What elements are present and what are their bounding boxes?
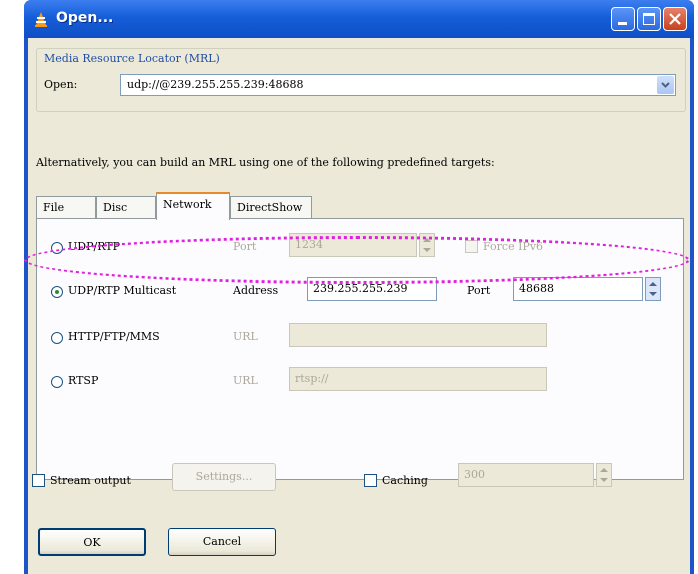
minimize-icon <box>618 22 627 25</box>
caching-spinner <box>596 463 612 487</box>
multicast-address-value: 239.255.255.239 <box>313 282 408 295</box>
rtsp-radio[interactable] <box>51 376 63 388</box>
open-mrl-combobox[interactable]: udp://@239.255.255.239:48688 <box>120 74 676 96</box>
tab-directshow[interactable]: DirectShow <box>230 196 312 218</box>
multicast-port-value: 48688 <box>519 282 554 295</box>
vlc-cone-icon <box>35 12 47 27</box>
tab-network[interactable]: Network <box>156 192 230 220</box>
open-mrl-value: udp://@239.255.255.239:48688 <box>127 78 304 91</box>
http-ftp-mms-label: HTTP/FTP/MMS <box>68 330 160 343</box>
rtsp-url-value: rtsp:// <box>295 372 329 385</box>
mrl-group-title: Media Resource Locator (MRL) <box>42 52 222 65</box>
tab-file[interactable]: File <box>36 196 96 218</box>
title-bar[interactable]: Open... <box>24 0 694 38</box>
rtsp-url-input: rtsp:// <box>289 367 547 391</box>
caching-label: Caching <box>382 474 428 487</box>
udp-multicast-radio[interactable] <box>51 286 63 298</box>
rtsp-url-label: URL <box>233 374 258 387</box>
multicast-address-input[interactable]: 239.255.255.239 <box>307 277 437 301</box>
multicast-address-label: Address <box>233 284 279 297</box>
force-ipv6-label: Force IPv6 <box>483 240 544 253</box>
maximize-button[interactable] <box>637 7 661 31</box>
window-title: Open... <box>56 10 114 26</box>
http-ftp-mms-radio[interactable] <box>51 332 63 344</box>
stream-settings-button: Settings... <box>172 463 276 491</box>
http-url-label: URL <box>233 330 258 343</box>
open-dialog: Open... Media Resource Locator (MRL) Ope… <box>24 0 694 574</box>
dialog-body: Media Resource Locator (MRL) Open: udp:/… <box>28 38 690 574</box>
udp-rtp-radio[interactable] <box>51 242 63 254</box>
rtsp-label: RTSP <box>68 374 99 387</box>
dropdown-button[interactable] <box>657 76 674 94</box>
minimize-button[interactable] <box>611 7 635 31</box>
udp-rtp-label: UDP/RTP <box>68 240 121 253</box>
cancel-button[interactable]: Cancel <box>168 528 276 556</box>
stream-output-label: Stream output <box>50 474 131 487</box>
udp-port-label: Port <box>233 240 257 253</box>
open-label: Open: <box>44 78 78 91</box>
udp-port-input: 1234 <box>289 233 417 257</box>
maximize-icon <box>643 13 655 25</box>
caching-input: 300 <box>458 463 594 487</box>
stream-output-checkbox[interactable] <box>32 474 45 487</box>
close-button[interactable] <box>663 7 687 31</box>
alternative-hint: Alternatively, you can build an MRL usin… <box>36 156 495 169</box>
close-icon <box>669 13 681 25</box>
chevron-down-icon <box>661 82 670 88</box>
udp-port-value: 1234 <box>295 238 323 251</box>
caching-value: 300 <box>464 468 485 481</box>
caching-checkbox[interactable] <box>364 474 377 487</box>
udp-multicast-label: UDP/RTP Multicast <box>68 284 177 297</box>
multicast-port-label: Port <box>467 284 491 297</box>
multicast-port-input[interactable]: 48688 <box>513 277 643 301</box>
multicast-port-spinner[interactable] <box>645 277 661 301</box>
udp-port-spinner <box>419 233 435 257</box>
network-panel: UDP/RTP Port 1234 Force IPv6 UDP/RTP Mul… <box>36 218 684 480</box>
tab-disc[interactable]: Disc <box>96 196 156 218</box>
force-ipv6-checkbox <box>465 240 478 253</box>
ok-button[interactable]: OK <box>38 528 146 556</box>
http-url-input <box>289 323 547 347</box>
